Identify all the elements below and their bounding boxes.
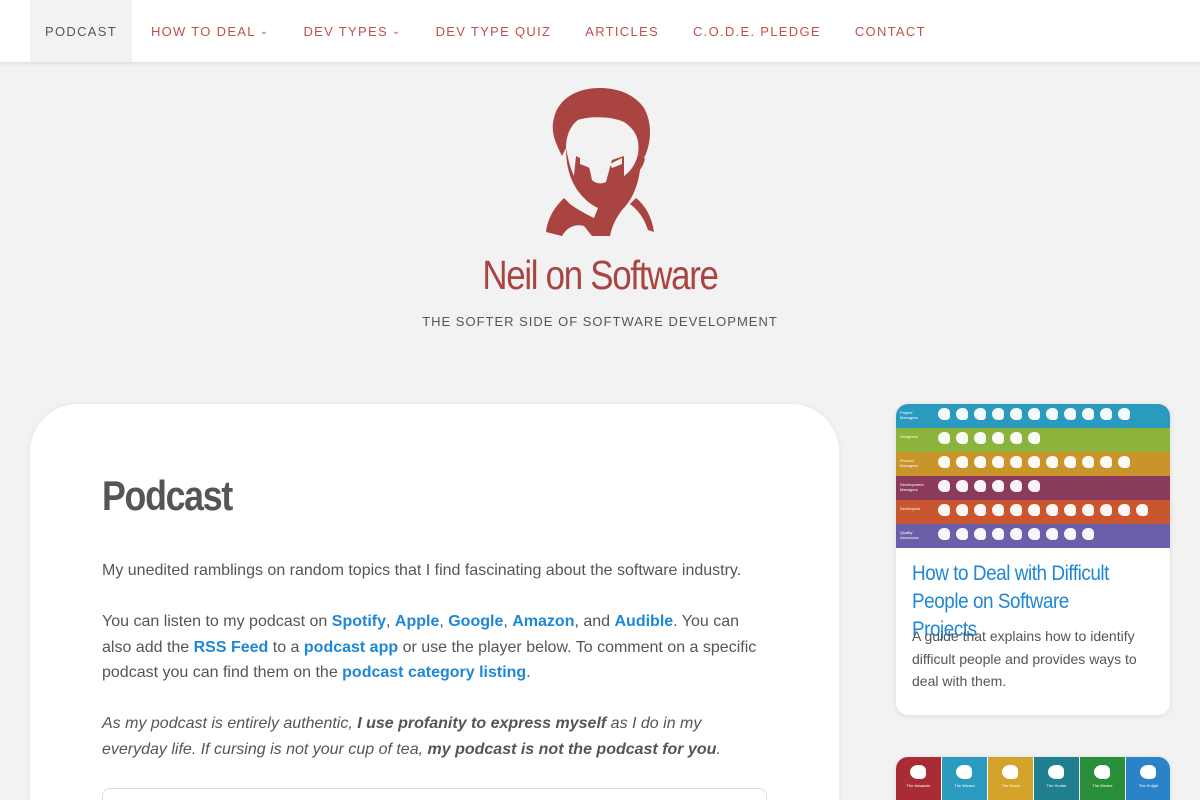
animal-icon xyxy=(1048,765,1064,779)
listen-paragraph: You can listen to my podcast on Spotify,… xyxy=(102,613,757,681)
dev-type-tile[interactable]: The Assassin xyxy=(896,757,941,800)
podcast-player[interactable] xyxy=(102,788,767,800)
site-logo[interactable] xyxy=(540,86,660,238)
band-designers: Designers xyxy=(896,428,1170,452)
site-tagline: THE SOFTER SIDE OF SOFTWARE DEVELOPMENT xyxy=(422,314,778,329)
podcast-category-link[interactable]: podcast category listing xyxy=(342,664,526,681)
nav-menu: PODCAST HOW TO DEAL ⌄ DEV TYPES ⌄ DEV TYPE… xyxy=(30,0,943,62)
nav-item-dev-type-quiz[interactable]: DEV TYPE QUIZ xyxy=(419,0,569,62)
nav-item-articles[interactable]: ARTICLES xyxy=(568,0,676,62)
page-title: Podcast xyxy=(102,472,233,519)
rss-feed-link[interactable]: RSS Feed xyxy=(194,639,269,656)
main-content-card: Podcast My unedited ramblings on random … xyxy=(30,404,839,800)
band-development-managers: Development Managers xyxy=(896,476,1170,500)
sidebar-card-description: A guide that explains how to identify di… xyxy=(912,628,1137,689)
amazon-link[interactable]: Amazon xyxy=(512,613,574,630)
audible-link[interactable]: Audible xyxy=(615,613,674,630)
chevron-down-icon: ⌄ xyxy=(391,25,402,37)
thinking-man-silhouette-icon xyxy=(546,88,654,236)
nav-item-how-to-deal[interactable]: HOW TO DEAL ⌄ xyxy=(132,0,287,62)
band-developers: Developers xyxy=(896,500,1170,524)
site-title[interactable]: Neil on Software xyxy=(90,252,1110,299)
animal-icon xyxy=(1002,765,1018,779)
animal-icon xyxy=(910,765,926,779)
nav-item-dev-types[interactable]: DEV TYPES ⌄ xyxy=(286,0,418,62)
dev-type-tile[interactable]: The Mentor xyxy=(1080,757,1125,800)
band-quality-assurance: Quality Assurance xyxy=(896,524,1170,548)
dev-types-chart-image[interactable]: Project Managers Designers Product Manag… xyxy=(896,404,1170,548)
apple-link[interactable]: Apple xyxy=(395,613,439,630)
nav-item-code-pledge[interactable]: C.O.D.E. PLEDGE xyxy=(676,0,838,62)
band-project-managers: Project Managers xyxy=(896,404,1170,428)
spotify-link[interactable]: Spotify xyxy=(332,613,386,630)
chevron-down-icon: ⌄ xyxy=(259,25,270,37)
sidebar-card-difficult-people[interactable]: Project Managers Designers Product Manag… xyxy=(896,404,1170,715)
nav-item-podcast[interactable]: PODCAST xyxy=(30,0,132,62)
google-link[interactable]: Google xyxy=(448,613,503,630)
podcast-app-link[interactable]: podcast app xyxy=(304,639,398,656)
profanity-notice: As my podcast is entirely authentic, I u… xyxy=(102,715,721,758)
dev-type-tile[interactable]: The Knight xyxy=(1126,757,1170,800)
animal-icon xyxy=(1140,765,1156,779)
sidebar-card-dev-types[interactable]: The Assassin The Wizard The Scout The Hu… xyxy=(896,757,1170,800)
animal-icon xyxy=(1094,765,1110,779)
animal-icon xyxy=(956,765,972,779)
dev-type-tile[interactable]: The Wizard xyxy=(942,757,987,800)
intro-paragraph: My unedited ramblings on random topics t… xyxy=(102,562,742,579)
dev-type-tile[interactable]: The Scout xyxy=(988,757,1033,800)
top-navigation: PODCAST HOW TO DEAL ⌄ DEV TYPES ⌄ DEV TYPE… xyxy=(0,0,1200,62)
dev-type-tile[interactable]: The Hunter xyxy=(1034,757,1079,800)
nav-item-contact[interactable]: CONTACT xyxy=(838,0,943,62)
band-product-managers: Product Managers xyxy=(896,452,1170,476)
